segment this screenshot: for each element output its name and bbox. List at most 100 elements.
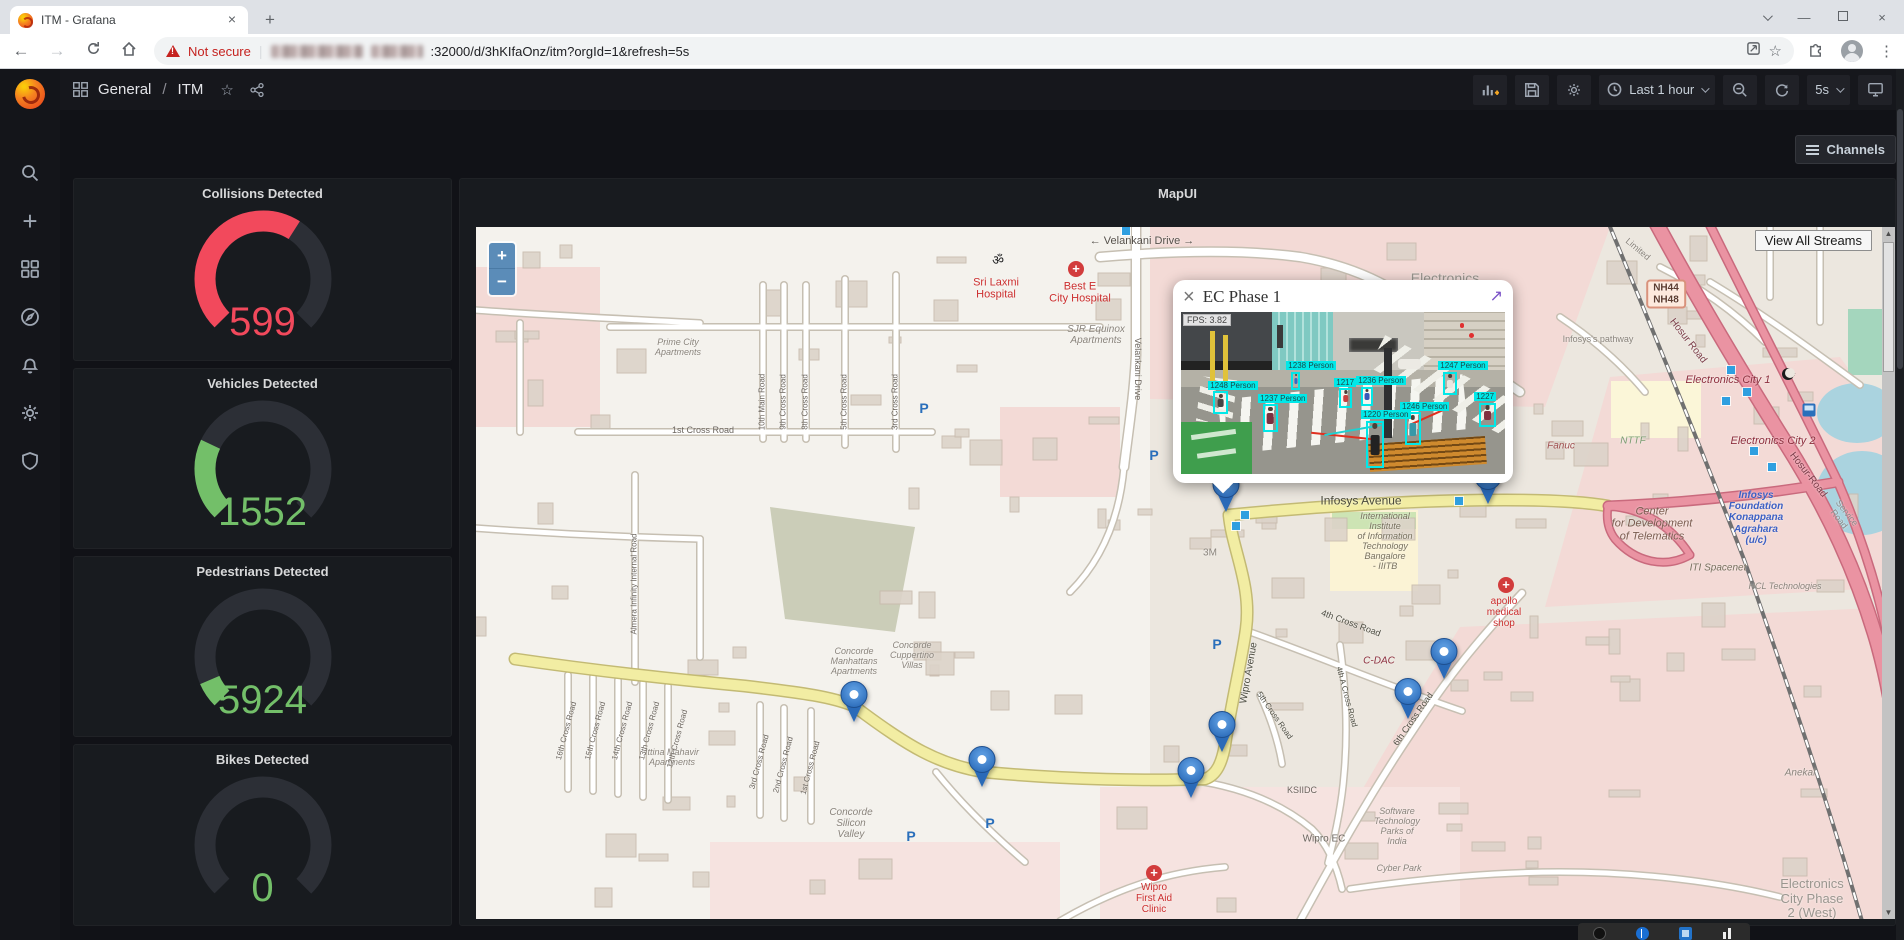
- panel-title[interactable]: Bikes Detected: [74, 745, 451, 767]
- gauge-value: 599: [74, 300, 451, 345]
- share-dashboard-icon[interactable]: [249, 82, 265, 98]
- not-secure-label[interactable]: Not secure: [188, 44, 251, 59]
- page-scrollbar[interactable]: [1896, 69, 1904, 940]
- map-marker-pin[interactable]: [840, 681, 868, 723]
- panel-collisions[interactable]: Collisions Detected 599: [73, 178, 452, 361]
- chart-bars-icon[interactable]: [1722, 927, 1735, 940]
- dashboard-settings-button[interactable]: [1557, 75, 1591, 105]
- sensor-point-icon[interactable]: [1768, 463, 1776, 471]
- browser-tab[interactable]: ITM - Grafana ×: [10, 6, 248, 34]
- map-label: Electronics City 2: [1731, 435, 1816, 447]
- panel-pedestrians[interactable]: Pedestrians Detected 5924: [73, 556, 452, 737]
- minimize-button[interactable]: —: [1796, 10, 1812, 25]
- sensor-point-icon[interactable]: [1232, 522, 1240, 530]
- sidebar-item-alerting[interactable]: [8, 343, 52, 387]
- detection-box: [1443, 372, 1457, 395]
- map-world[interactable]: ← Velankani Drive →ॐSri Laxmi HospitalBe…: [476, 227, 1882, 919]
- save-dashboard-button[interactable]: [1515, 75, 1549, 105]
- map-viewport[interactable]: ← Velankani Drive →ॐSri Laxmi HospitalBe…: [476, 227, 1882, 919]
- sensor-point-icon[interactable]: [1743, 388, 1751, 396]
- home-button[interactable]: [118, 41, 140, 62]
- map-label: Wipro EC: [1303, 833, 1346, 844]
- map-label: Infosys Foundation Konappana Agrahara (u…: [1729, 490, 1783, 546]
- map-label: C-DAC: [1363, 655, 1395, 666]
- channels-button[interactable]: Channels: [1795, 135, 1896, 164]
- sidebar-item-server-admin[interactable]: [8, 439, 52, 483]
- panel-title[interactable]: MapUI: [460, 179, 1895, 201]
- cycle-view-mode-button[interactable]: [1858, 75, 1892, 105]
- page-scrollbar-thumb[interactable]: [1897, 109, 1903, 369]
- zoom-out-button[interactable]: −: [489, 269, 515, 295]
- detection-label: 1220 Person: [1361, 410, 1410, 419]
- sensor-point-icon[interactable]: [1750, 447, 1758, 455]
- sensor-point-icon[interactable]: [1727, 366, 1735, 374]
- map-marker-pin[interactable]: [1394, 678, 1422, 720]
- map-marker-pin[interactable]: [968, 746, 996, 788]
- avatar[interactable]: [1841, 40, 1863, 62]
- close-window-button[interactable]: ×: [1874, 10, 1890, 25]
- browser-menu-icon[interactable]: ⋮: [1879, 42, 1894, 60]
- sensor-point-icon[interactable]: [1122, 227, 1130, 235]
- time-range-label: Last 1 hour: [1629, 82, 1694, 97]
- sensor-point-icon[interactable]: [1722, 397, 1730, 405]
- warning-icon: [166, 45, 180, 57]
- map-label: 3rd Cross Road: [892, 374, 901, 430]
- panel-title[interactable]: Pedestrians Detected: [74, 557, 451, 579]
- favorite-star-icon[interactable]: ☆: [220, 81, 233, 99]
- map-marker-pin[interactable]: [1430, 638, 1458, 680]
- maximize-button[interactable]: [1838, 8, 1848, 26]
- panel-title[interactable]: Vehicles Detected: [74, 369, 451, 391]
- zoom-out-time-button[interactable]: [1723, 75, 1757, 105]
- scroll-up-icon[interactable]: ▲: [1882, 227, 1895, 240]
- breadcrumb-folder[interactable]: General: [98, 81, 151, 98]
- share-icon[interactable]: [1746, 41, 1761, 61]
- popup-expand-icon[interactable]: ↗: [1490, 290, 1503, 304]
- sidebar-item-dashboards[interactable]: [8, 247, 52, 291]
- map-scrollbar[interactable]: ▲ ▼: [1882, 227, 1895, 919]
- breadcrumb: General / ITM ☆: [72, 81, 265, 99]
- grafana-logo[interactable]: [15, 79, 45, 109]
- extensions-puzzle-icon[interactable]: [1808, 40, 1825, 62]
- sensor-point-icon[interactable]: [1455, 497, 1463, 505]
- scroll-down-icon[interactable]: ▼: [1882, 906, 1895, 919]
- view-all-streams-button[interactable]: View All Streams: [1755, 230, 1872, 251]
- breadcrumb-dashboard[interactable]: ITM: [178, 81, 204, 98]
- gauge-value: 1552: [74, 490, 451, 535]
- refresh-button[interactable]: [1765, 75, 1799, 105]
- forward-button[interactable]: →: [46, 41, 68, 61]
- new-tab-button[interactable]: +: [258, 8, 282, 32]
- tab-close-icon[interactable]: ×: [224, 12, 240, 28]
- map-marker-pin[interactable]: [1177, 757, 1205, 799]
- address-bar[interactable]: Not secure | :32000/d/3hKIfaOnz/itm?orgI…: [154, 37, 1794, 65]
- sidebar-item-search[interactable]: [8, 151, 52, 195]
- zoom-in-button[interactable]: +: [489, 243, 515, 269]
- time-range-picker[interactable]: Last 1 hour: [1599, 75, 1715, 105]
- bell-icon: [20, 355, 40, 375]
- sidebar-item-create[interactable]: +: [8, 199, 52, 243]
- search-icon: [20, 163, 40, 183]
- map-label: Software Technology Parks of India: [1374, 806, 1420, 846]
- map-marker-pin[interactable]: [1208, 711, 1236, 753]
- bluetooth-icon[interactable]: [1636, 927, 1649, 940]
- reload-button[interactable]: [82, 41, 104, 61]
- refresh-interval-dropdown[interactable]: 5s: [1807, 75, 1850, 105]
- sidebar-item-explore[interactable]: [8, 295, 52, 339]
- dashboard-topnav: General / ITM ☆ Last 1 hour 5s: [60, 69, 1904, 110]
- sensor-point-icon[interactable]: [1241, 511, 1249, 519]
- popup-close-icon[interactable]: ×: [1183, 289, 1195, 305]
- url-text[interactable]: :32000/d/3hKIfaOnz/itm?orgId=1&refresh=5…: [431, 44, 690, 59]
- map-label: Best E City Hospital: [1049, 281, 1111, 306]
- camera-stream-frame[interactable]: FPS: 3.82 1238 Person1247 Person1248 Per…: [1181, 312, 1505, 474]
- app-circle-icon[interactable]: [1593, 927, 1606, 940]
- add-panel-button[interactable]: [1473, 75, 1507, 105]
- panel-bikes[interactable]: Bikes Detected 0: [73, 744, 452, 926]
- scrollbar-thumb[interactable]: [1883, 242, 1894, 372]
- sidebar-item-configuration[interactable]: [8, 391, 52, 435]
- panel-title[interactable]: Collisions Detected: [74, 179, 451, 201]
- bookmark-star-icon[interactable]: ☆: [1769, 42, 1782, 60]
- dashboard-area: Channels Collisions Detected 599 Vehicle…: [60, 110, 1904, 940]
- blue-app-icon[interactable]: [1679, 927, 1692, 940]
- back-button[interactable]: ←: [10, 41, 32, 61]
- panel-vehicles[interactable]: Vehicles Detected 1552: [73, 368, 452, 549]
- tab-search-icon[interactable]: [1763, 8, 1770, 26]
